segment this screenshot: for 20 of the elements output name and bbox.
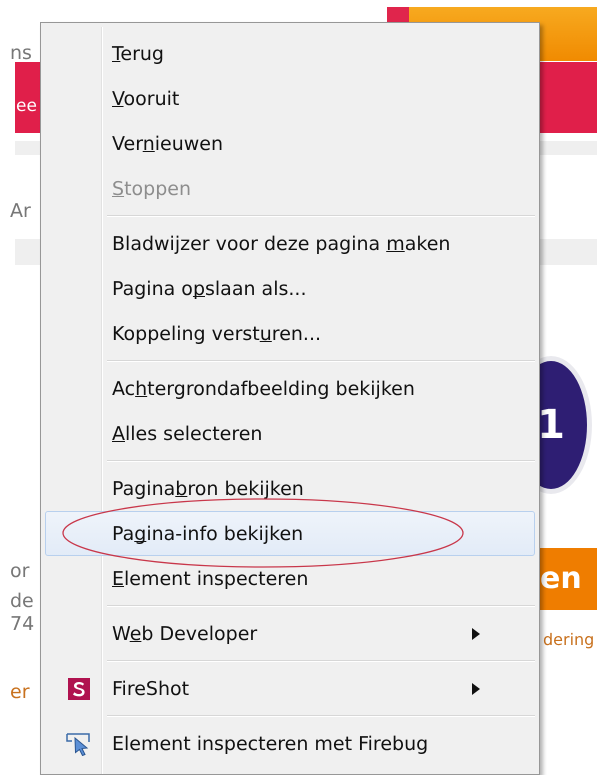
page-text: or	[10, 560, 30, 582]
menu-item[interactable]: FireShot	[45, 666, 535, 711]
menu-item[interactable]: Vernieuwen	[45, 121, 535, 166]
menu-item[interactable]: Vooruit	[45, 76, 535, 121]
fireshot-icon	[68, 678, 90, 700]
menu-item[interactable]: Koppeling versturen...	[45, 311, 535, 356]
page-text: Ar	[10, 200, 31, 222]
page-text: ns	[10, 42, 32, 64]
menu-item[interactable]: Bladwijzer voor deze pagina maken	[45, 221, 535, 266]
page-text: ee	[16, 96, 37, 116]
page-link[interactable]: er	[10, 681, 30, 703]
page-text: de	[10, 590, 34, 612]
menu-item[interactable]: Pagina opslaan als...	[45, 266, 535, 311]
pointer-icon	[66, 732, 92, 756]
menu-item[interactable]: Element inspecteren met Firebug	[45, 721, 535, 766]
page-link[interactable]: dering	[543, 630, 594, 649]
menu-item[interactable]: Pagina-info bekijken	[45, 511, 535, 556]
page-text: 74	[10, 613, 34, 635]
menu-item[interactable]: Terug	[45, 31, 535, 76]
menu-item[interactable]: Web Developer	[45, 611, 535, 656]
